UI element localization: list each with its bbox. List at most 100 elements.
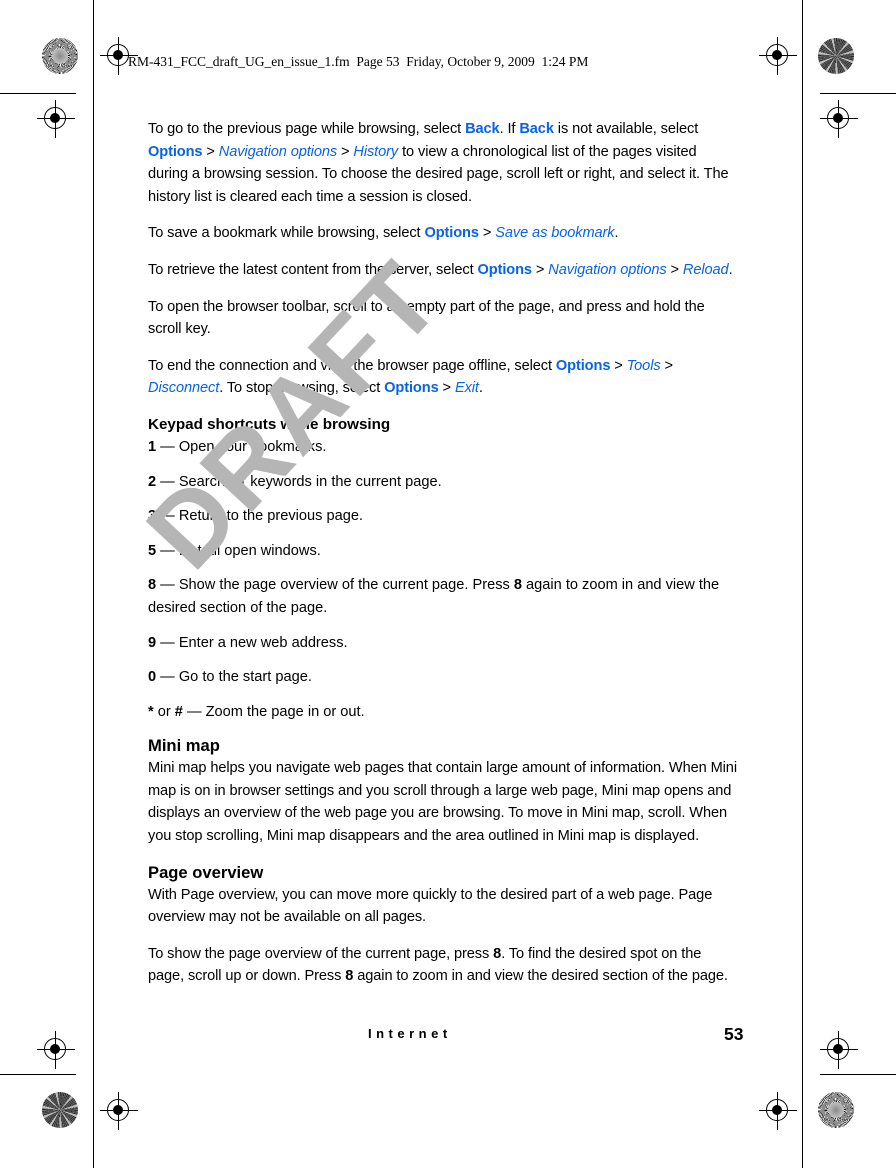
file-slug-line: RM-431_FCC_draft_UG_en_issue_1.fm Page 5…: [128, 54, 589, 69]
intro-paragraphs: To go to the previous page while browsin…: [148, 118, 740, 400]
body-text: . To stop browsing, select: [219, 380, 385, 397]
body-text: — Zoom the page in or out.: [182, 703, 365, 720]
keypad-shortcut-item: 0 — Go to the start page.: [148, 666, 740, 689]
trim-line-bottom-left: [0, 1074, 76, 1075]
body-text: or: [153, 703, 175, 720]
ui-command-term: Options: [477, 261, 533, 278]
body-text: .: [478, 380, 483, 397]
star-target-top-right: [818, 38, 854, 74]
body-text: — Enter a new web address.: [156, 634, 348, 651]
trim-line-bottom-right: [820, 1074, 896, 1075]
trim-line-right: [802, 0, 803, 1168]
keypad-key: #: [174, 703, 183, 720]
ui-menu-term: Reload: [682, 261, 729, 278]
body-text: To open the browser toolbar, scroll to a…: [148, 298, 705, 338]
paragraph-previous-page: To go to the previous page while browsin…: [148, 118, 740, 208]
keypad-key: 1: [148, 438, 157, 455]
ui-menu-term: Tools: [626, 357, 661, 374]
document-sections: Mini map Mini map helps you navigate web …: [148, 735, 740, 988]
footer-page-number: 53: [724, 1024, 744, 1044]
body-text: To retrieve the latest content from the …: [148, 261, 478, 278]
menu-path-separator: >: [202, 143, 219, 160]
body-text: again to zoom in and view the desired se…: [353, 968, 728, 985]
body-text: .: [614, 225, 619, 242]
section-heading-page-overview: Page overview: [148, 862, 264, 882]
ui-menu-term: Navigation options: [218, 143, 338, 160]
keypad-shortcuts-heading: Keypad shortcuts while browsing: [148, 415, 391, 433]
menu-path-separator: >: [610, 357, 627, 374]
paragraph-page-overview-usage: To show the page overview of the current…: [148, 943, 740, 988]
ui-command-term: Options: [384, 380, 439, 397]
menu-path-separator: >: [337, 143, 354, 160]
body-text: To go to the previous page while browsin…: [148, 121, 466, 137]
section-heading-mini-map: Mini map: [148, 736, 220, 756]
page-content: To go to the previous page while browsin…: [148, 118, 740, 1002]
menu-path-separator: >: [531, 261, 549, 278]
paragraph-reload-content: To retrieve the latest content from the …: [148, 259, 740, 282]
keypad-shortcut-item: 1 — Open your bookmarks.: [148, 436, 740, 459]
body-text: — Open your bookmarks.: [156, 438, 327, 455]
star-target-bottom-right: [818, 1092, 854, 1128]
keypad-key: 8: [148, 577, 157, 594]
ui-command-term: Options: [424, 225, 479, 242]
paragraph-mini-map-body: Mini map helps you navigate web pages th…: [148, 757, 740, 847]
keypad-key: 8: [493, 945, 502, 962]
ui-menu-term: Exit: [454, 380, 479, 397]
ui-command-term: Options: [555, 357, 611, 374]
keypad-key: 2: [148, 473, 157, 490]
menu-path-separator: >: [438, 380, 455, 397]
registration-mark-left-upper: [37, 100, 75, 138]
registration-mark-right-upper: [820, 100, 858, 138]
keypad-key: 8: [513, 577, 522, 594]
paragraph-page-overview-body: With Page overview, you can move more qu…: [148, 884, 740, 929]
body-text: is not available, select: [553, 121, 699, 137]
body-text: To show the page overview of the current…: [148, 945, 494, 962]
star-target-bottom-left: [42, 1092, 78, 1128]
body-text: — List all open windows.: [156, 542, 321, 559]
ui-menu-term: Save as bookmark: [495, 225, 615, 242]
paragraph-browser-toolbar: To open the browser toolbar, scroll to a…: [148, 296, 740, 341]
menu-path-separator: >: [666, 261, 683, 278]
body-text: — Go to the start page.: [156, 669, 312, 686]
keypad-shortcut-item: 8 — Show the page overview of the curren…: [148, 574, 740, 619]
paragraph-end-connection: To end the connection and view the brows…: [148, 355, 740, 400]
trim-line-top-left: [0, 93, 76, 94]
footer-section-name: Internet: [368, 1026, 452, 1041]
keypad-shortcut-item: 9 — Enter a new web address.: [148, 632, 740, 655]
ui-menu-term: Disconnect: [148, 380, 220, 397]
ui-menu-term: Navigation options: [548, 261, 667, 278]
registration-mark-bottom-right: [759, 1092, 797, 1130]
keypad-key: 3: [148, 508, 157, 525]
body-text: With Page overview, you can move more qu…: [148, 886, 713, 926]
keypad-shortcuts-section: Keypad shortcuts while browsing 1 — Open …: [148, 414, 740, 723]
menu-path-separator: >: [478, 225, 496, 242]
paragraph-save-bookmark: To save a bookmark while browsing, selec…: [148, 222, 740, 245]
ui-command-term: Back: [519, 121, 554, 137]
keypad-key: 9: [148, 634, 157, 651]
trim-line-top-right: [820, 93, 896, 94]
keypad-shortcut-item: 5 — List all open windows.: [148, 540, 740, 563]
trim-line-left: [93, 0, 94, 1168]
body-text: — Return to the previous page.: [156, 508, 363, 525]
body-text: .: [728, 261, 733, 278]
body-text: . If: [499, 121, 520, 137]
body-text: To end the connection and view the brows…: [148, 357, 556, 374]
star-target-top-left: [42, 38, 78, 74]
body-text: — Search for keywords in the current pag…: [156, 473, 442, 490]
registration-mark-right-lower: [820, 1031, 858, 1069]
menu-path-separator: >: [660, 357, 674, 374]
ui-command-term: Back: [465, 121, 500, 137]
keypad-shortcut-item: 2 — Search for keywords in the current p…: [148, 471, 740, 494]
ui-command-term: Options: [148, 143, 203, 160]
keypad-shortcut-item: 3 — Return to the previous page.: [148, 505, 740, 528]
registration-mark-top-right: [759, 37, 797, 75]
registration-mark-bottom-left: [100, 1092, 138, 1130]
keypad-key: 5: [148, 542, 157, 559]
body-text: Mini map helps you navigate web pages th…: [148, 760, 737, 845]
ui-menu-term: History: [353, 143, 399, 160]
registration-mark-left-lower: [37, 1031, 75, 1069]
body-text: — Show the page overview of the current …: [156, 577, 514, 594]
body-text: To save a bookmark while browsing, selec…: [148, 225, 425, 242]
keypad-shortcut-item: * or # — Zoom the page in or out.: [148, 701, 740, 724]
keypad-key: 0: [148, 669, 157, 686]
